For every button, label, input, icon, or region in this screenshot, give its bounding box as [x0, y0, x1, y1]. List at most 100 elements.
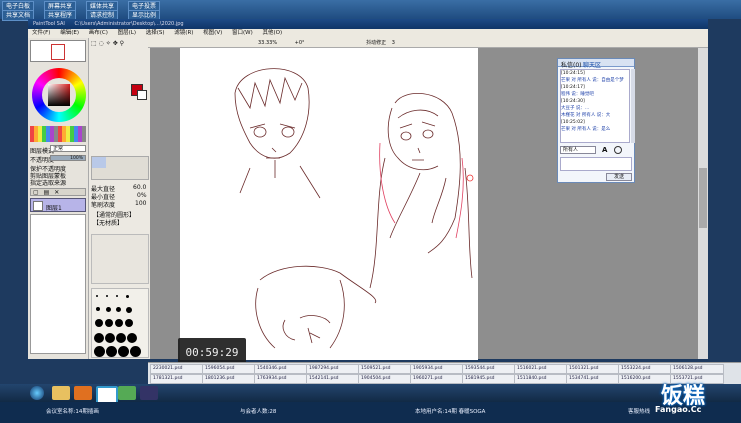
advanced-settings[interactable]	[91, 234, 149, 284]
preset-dot[interactable]	[95, 319, 103, 327]
new-layer-icon[interactable]: ▢	[33, 189, 39, 196]
zoom-value[interactable]: 33.33%	[258, 40, 277, 46]
strip-cell[interactable]: 1593544.psd	[462, 364, 516, 374]
preset-dot[interactable]	[126, 295, 129, 298]
strip-cell[interactable]: 1506128.psd	[670, 364, 724, 374]
move-tool-icon[interactable]: ✥	[113, 40, 118, 47]
preset-dot[interactable]	[105, 319, 113, 327]
select-tool-icon[interactable]: ⬚	[91, 40, 97, 47]
preset-dot[interactable]	[94, 333, 104, 343]
strip-cell[interactable]: 1540346.psd	[254, 364, 308, 374]
strip-cell[interactable]: 1534741.psd	[566, 374, 620, 384]
layer-list[interactable]	[30, 214, 86, 354]
explorer-icon[interactable]	[52, 386, 70, 400]
chat-panel: 私信(0) 聊天区 [10:24:15] 芒果 对 所有人 说：自由是个梦 [1…	[557, 58, 635, 183]
color-swatches[interactable]	[30, 126, 86, 142]
start-button[interactable]	[30, 386, 44, 400]
preset-dot[interactable]	[106, 346, 117, 357]
stabilizer-value[interactable]: 3	[392, 40, 395, 46]
strip-cell[interactable]: 1581945.psd	[462, 374, 516, 384]
magic-wand-icon[interactable]: ✧	[106, 40, 111, 47]
preset-dot[interactable]	[116, 307, 121, 312]
menu-other[interactable]: 其他(O)	[262, 30, 282, 36]
strip-cell[interactable]: 1596054.psd	[202, 364, 256, 374]
drawing-paper[interactable]	[180, 48, 478, 360]
recipient-select[interactable]: 所有人	[560, 146, 596, 154]
preset-dot[interactable]	[125, 319, 133, 327]
menu-filter[interactable]: 滤镜(R)	[174, 30, 193, 36]
density-value[interactable]: 100	[135, 200, 146, 207]
strip-cell[interactable]: 1801236.psd	[202, 374, 256, 384]
tab-chat-area[interactable]: 聊天区	[583, 60, 601, 69]
strip-cell[interactable]: 1516021.psd	[514, 364, 568, 374]
menu-layer[interactable]: 图层(L)	[118, 30, 136, 36]
vertical-scrollbar[interactable]	[698, 48, 708, 359]
folder-icon[interactable]: ▤	[44, 189, 50, 196]
watercolor-tool[interactable]	[134, 157, 148, 168]
strip-cell[interactable]: 1905934.psd	[410, 364, 464, 374]
menu-select[interactable]: 选择(S)	[146, 30, 165, 36]
angle-value[interactable]: +0°	[295, 40, 305, 46]
preset-dot[interactable]	[96, 307, 100, 311]
strip-cell[interactable]: 1987294.psd	[306, 364, 360, 374]
brush-texture-select[interactable]: 【无材质】	[93, 218, 123, 227]
menu-window[interactable]: 窗口(W)	[232, 30, 253, 36]
send-button[interactable]: 发送	[606, 173, 632, 181]
brush-size-value[interactable]: 60.0	[133, 184, 146, 191]
airbrush-tool[interactable]	[106, 157, 120, 168]
tab-private-chat[interactable]: 私信(0)	[561, 60, 582, 69]
preset-dot[interactable]	[116, 295, 118, 297]
selection-source-checkbox[interactable]: 指定选取来源	[30, 178, 66, 187]
preset-dot[interactable]	[118, 346, 129, 357]
preset-dot[interactable]	[106, 307, 111, 312]
zoom-tool-icon[interactable]: ⚲	[120, 40, 124, 47]
color-square[interactable]	[48, 84, 70, 106]
strip-cell[interactable]: 1509521.psd	[358, 364, 412, 374]
emoji-icon[interactable]	[614, 146, 622, 154]
preset-dot[interactable]	[106, 295, 108, 297]
chat-scrollbar[interactable]	[631, 69, 635, 143]
chat-input[interactable]	[560, 157, 632, 171]
opacity-slider[interactable]: 100%	[50, 155, 86, 161]
pen-tool[interactable]	[92, 157, 106, 168]
color-wheel[interactable]	[32, 68, 86, 122]
lasso-tool-icon[interactable]: ◌	[99, 40, 104, 47]
chat-messages[interactable]: [10:24:15] 芒果 对 所有人 说：自由是个梦 [10:24:17] 程…	[560, 69, 630, 143]
preset-dot[interactable]	[116, 333, 126, 343]
secondary-color[interactable]	[137, 90, 147, 100]
menu-view[interactable]: 视图(V)	[203, 30, 222, 36]
preset-dot[interactable]	[130, 346, 141, 357]
strip-cell[interactable]: 1781321.psd	[150, 374, 204, 384]
menu-canvas[interactable]: 画布(C)	[89, 30, 108, 36]
preset-dot[interactable]	[94, 346, 105, 357]
menu-file[interactable]: 文件(F)	[32, 30, 50, 36]
strip-cell[interactable]: 1960271.psd	[410, 374, 464, 384]
app-title: PaintTool SAI	[33, 21, 65, 27]
strip-cell[interactable]: 1553224.psd	[618, 364, 672, 374]
media-player-icon[interactable]	[74, 386, 92, 400]
font-icon[interactable]: A	[602, 146, 610, 154]
layer-item-1[interactable]: 图层1	[30, 198, 86, 212]
strip-cell[interactable]: 2230021.psd	[150, 364, 204, 374]
strip-cell[interactable]: 1763934.psd	[254, 374, 308, 384]
navigator[interactable]	[30, 40, 86, 62]
strip-cell[interactable]: 1904504.psd	[358, 374, 412, 384]
scroll-thumb[interactable]	[699, 168, 707, 228]
preset-dot[interactable]	[96, 295, 98, 297]
min-size-value[interactable]: 0%	[137, 192, 147, 199]
trash-icon[interactable]: ✕	[54, 189, 59, 196]
navigator-viewport[interactable]	[51, 44, 65, 60]
strip-cell[interactable]: 1542141.psd	[306, 374, 360, 384]
brush-tool[interactable]	[120, 157, 134, 168]
blend-mode-select[interactable]: 正常	[50, 145, 86, 152]
preset-dot[interactable]	[126, 307, 132, 313]
preset-dot[interactable]	[115, 319, 123, 327]
preset-dot[interactable]	[127, 333, 137, 343]
sai-app-icon[interactable]	[140, 386, 158, 400]
strip-cell[interactable]: 1501321.psd	[566, 364, 620, 374]
conference-toolbar: 电子白板 屏幕共享 媒体共享 电子投票 共享文档 共享程序 请求控制 显示比例	[0, 0, 741, 21]
menu-edit[interactable]: 编辑(E)	[60, 30, 79, 36]
conference-app-icon[interactable]	[118, 386, 136, 400]
strip-cell[interactable]: 1511840.psd	[514, 374, 568, 384]
preset-dot[interactable]	[105, 333, 115, 343]
